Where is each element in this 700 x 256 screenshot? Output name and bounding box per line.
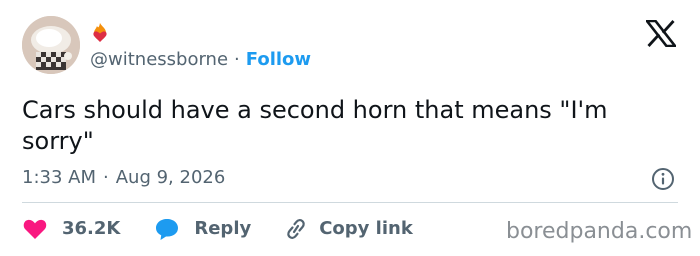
speech-bubble-icon [156, 219, 179, 240]
user-handle[interactable]: @witnessborne [90, 49, 228, 71]
timestamp-separator: · [103, 167, 109, 188]
watermark: boredpanda.com [506, 219, 693, 244]
tweet-date: Aug 9, 2026 [115, 167, 226, 188]
copy-link-button[interactable]: Copy link [283, 217, 413, 241]
header-separator: · [234, 49, 240, 70]
user-header: @witnessborne · Follow [90, 49, 311, 71]
tweet-text: Cars should have a second horn that mean… [22, 96, 608, 155]
tweet-timestamp[interactable]: 1:33 AM · Aug 9, 2026 [22, 167, 225, 189]
tweet-time: 1:33 AM [22, 167, 96, 188]
tweet-card: @witnessborne · Follow Cars should have … [0, 0, 700, 256]
reply-button[interactable]: Reply [154, 217, 283, 241]
flame-heart-icon [93, 23, 107, 42]
avatar[interactable] [22, 16, 80, 74]
like-count: 36.2K [62, 218, 121, 239]
reply-label: Reply [194, 218, 252, 239]
x-logo-icon[interactable] [646, 20, 676, 47]
divider [22, 202, 678, 203]
action-bar: 36.2K Reply Copy link [22, 217, 413, 241]
link-icon [287, 219, 305, 239]
avatar-image [22, 16, 80, 74]
follow-button[interactable]: Follow [246, 49, 311, 71]
like-button[interactable]: 36.2K [22, 217, 154, 241]
info-icon[interactable] [651, 167, 675, 191]
heart-icon [23, 219, 47, 239]
copy-link-label: Copy link [319, 218, 413, 239]
